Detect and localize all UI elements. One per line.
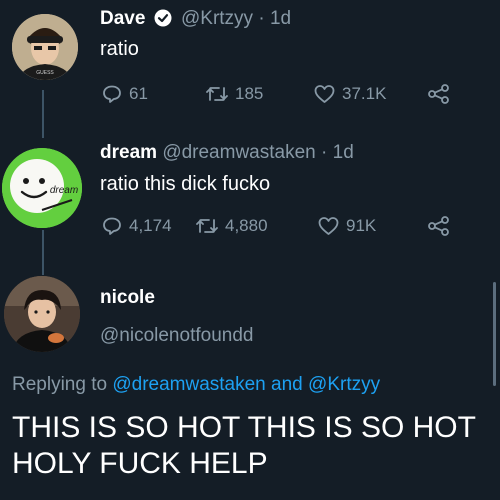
tweet-actions: 61 185 37.1K bbox=[0, 84, 500, 108]
reply-text: THIS IS SO HOT THIS IS SO HOT HOLY FUCK … bbox=[12, 411, 476, 480]
user-handle[interactable]: @dreamwastaken bbox=[162, 142, 315, 163]
timestamp[interactable]: · 1d bbox=[321, 142, 354, 163]
display-name[interactable]: Dave bbox=[100, 8, 145, 29]
reply-icon bbox=[103, 85, 121, 103]
like-count: 37.1K bbox=[342, 84, 387, 103]
replying-to-label: Replying to bbox=[12, 374, 108, 395]
heart-icon bbox=[314, 85, 335, 103]
user-handle[interactable]: @Krtzyy bbox=[181, 8, 253, 29]
avatar-dave[interactable]: GUESS bbox=[12, 14, 78, 80]
replying-to-line: Replying to @dreamwastaken and @Krtzyy bbox=[12, 374, 380, 396]
tweet-actions: 4,174 4,880 91K bbox=[0, 216, 500, 240]
like-button[interactable]: 37.1K bbox=[314, 84, 386, 104]
replying-and-label: and bbox=[271, 374, 303, 395]
avatar-image bbox=[4, 276, 80, 352]
reply-display-name-line: nicole bbox=[100, 287, 155, 309]
retweet-button[interactable]: 185 bbox=[206, 84, 263, 104]
like-count: 91K bbox=[346, 216, 377, 235]
heart-icon bbox=[318, 217, 339, 235]
tweet-header: dream @dreamwastaken · 1d bbox=[100, 142, 354, 164]
timestamp[interactable]: · 1d bbox=[258, 8, 291, 29]
share-button[interactable] bbox=[428, 216, 450, 236]
retweet-button[interactable]: 4,880 bbox=[196, 216, 268, 236]
avatar-nicole[interactable] bbox=[4, 276, 80, 352]
reply-handle-line: @nicolenotfoundd bbox=[100, 325, 253, 347]
scrollbar[interactable] bbox=[493, 282, 496, 386]
user-handle[interactable]: @nicolenotfoundd bbox=[100, 325, 253, 346]
mention-link[interactable]: @Krtzyy bbox=[308, 374, 380, 395]
share-icon bbox=[428, 84, 449, 104]
reply-count: 61 bbox=[129, 84, 148, 103]
reply-button[interactable]: 61 bbox=[102, 84, 148, 104]
verified-badge-icon bbox=[154, 9, 172, 33]
tweet-text: ratio this dick fucko bbox=[100, 173, 271, 195]
display-name[interactable]: nicole bbox=[100, 287, 155, 308]
retweet-icon bbox=[196, 219, 218, 233]
share-icon bbox=[428, 216, 449, 236]
like-button[interactable]: 91K bbox=[318, 216, 376, 236]
display-name[interactable]: dream bbox=[100, 142, 157, 163]
share-button[interactable] bbox=[428, 84, 450, 104]
retweet-icon bbox=[206, 87, 228, 101]
retweet-count: 4,880 bbox=[225, 216, 268, 235]
mention-link[interactable]: @dreamwastaken bbox=[112, 374, 265, 395]
svg-text:GUESS: GUESS bbox=[36, 70, 54, 76]
tweet-header: Dave @Krtzyy · 1d bbox=[100, 8, 291, 33]
avatar-image: GUESS bbox=[12, 14, 78, 80]
retweet-count: 185 bbox=[235, 84, 264, 103]
reply-button[interactable]: 4,174 bbox=[102, 216, 172, 236]
reply-count: 4,174 bbox=[129, 216, 172, 235]
avatar-label: dream bbox=[50, 185, 78, 196]
tweet-text: ratio bbox=[100, 38, 139, 60]
reply-icon bbox=[103, 217, 121, 235]
